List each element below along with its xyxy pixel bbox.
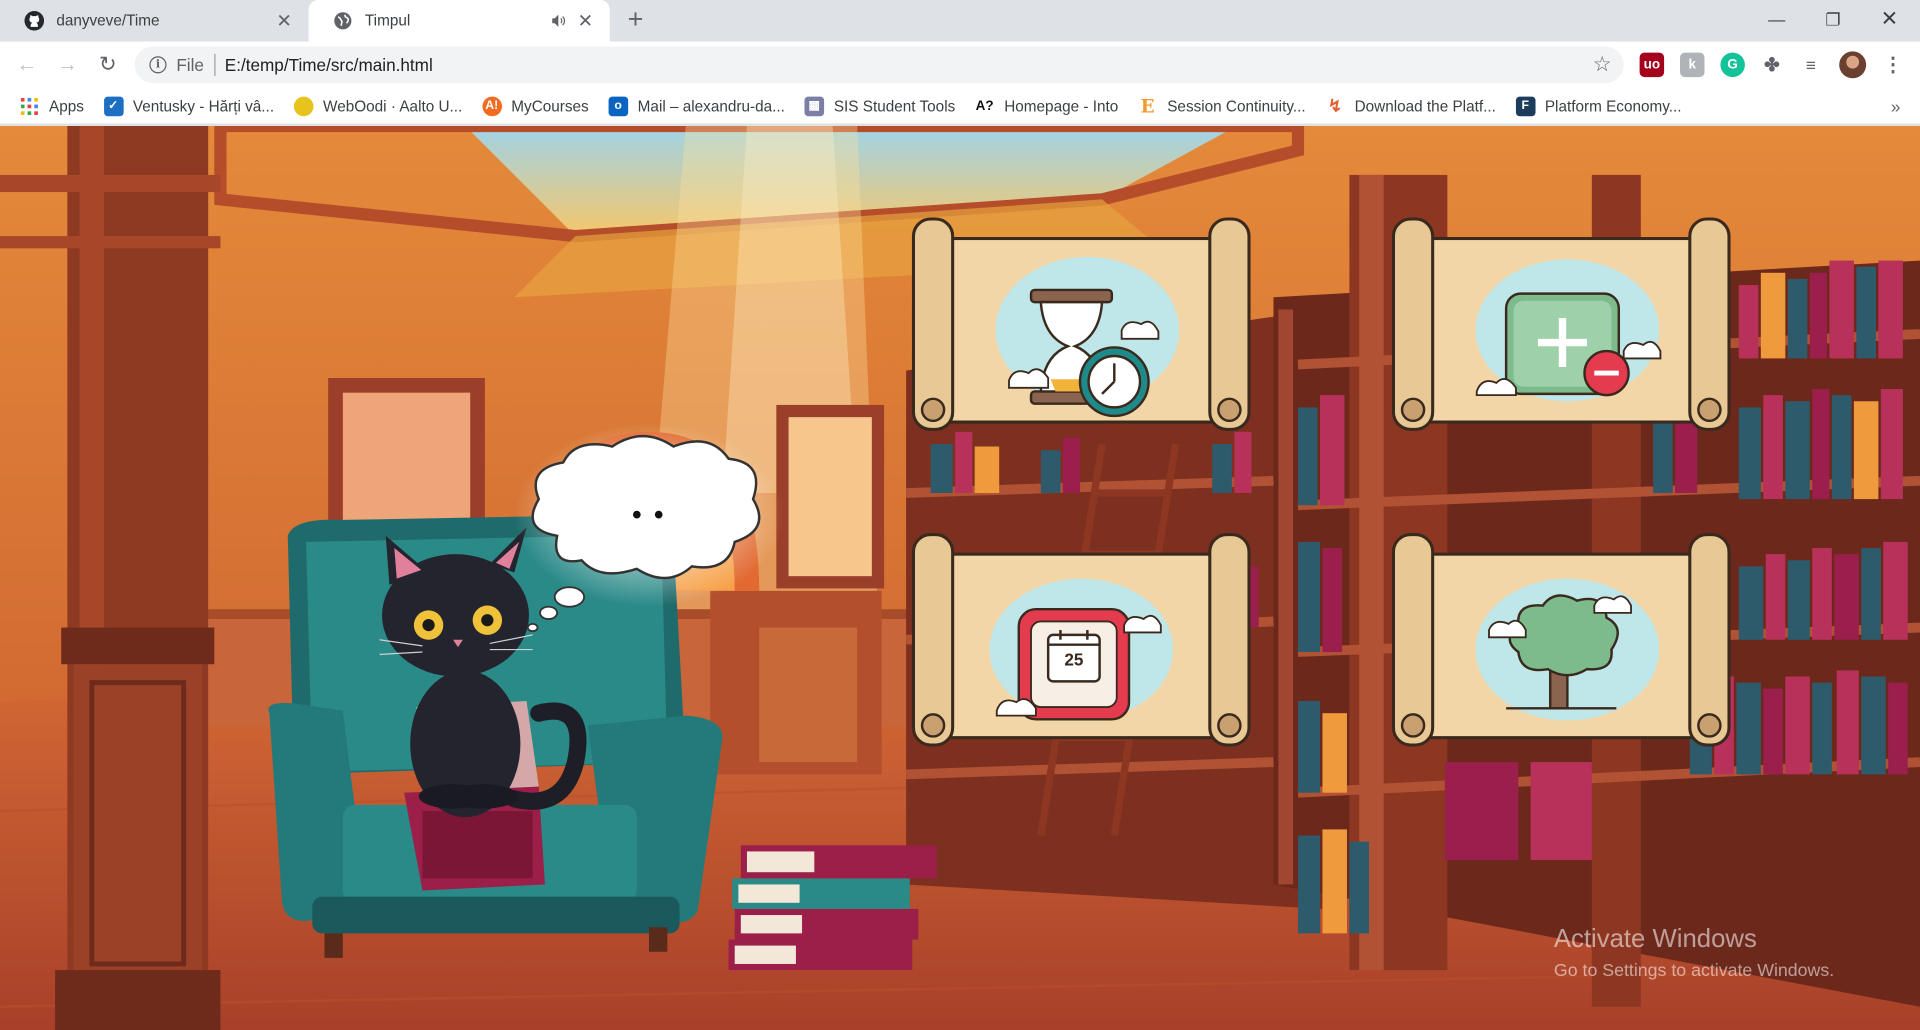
sis-icon: ▦ — [804, 96, 825, 116]
bookmark-weboodi[interactable]: WebOodi · Aalto U... — [293, 96, 463, 116]
tab-title: Timpul — [364, 12, 411, 30]
tab-strip: danyveve/Time ✕ Timpul ✕ + — ❐ ✕ — [0, 0, 1920, 42]
book-stack — [728, 845, 937, 971]
divider — [213, 53, 215, 76]
into-icon: A? — [975, 98, 994, 114]
apps-grid-icon — [20, 96, 40, 116]
bookmarks-bar: Apps ✓ Ventusky - Hărți vâ... WebOodi · A… — [0, 88, 1920, 125]
windows-activation-watermark: Activate Windows Go to Settings to activ… — [1554, 925, 1834, 981]
bookmark-label: Mail – alexandru-da... — [637, 97, 785, 115]
avatar[interactable] — [1839, 51, 1867, 79]
tab-timpul[interactable]: Timpul ✕ — [308, 0, 610, 42]
bookmark-label: SIS Student Tools — [833, 97, 956, 115]
bookmark-mycourses[interactable]: A! MyCourses — [481, 96, 589, 116]
close-tab-icon[interactable]: ✕ — [576, 11, 596, 32]
media-icon[interactable]: ≡ — [1799, 53, 1823, 77]
info-icon[interactable]: i — [149, 56, 167, 74]
weboodi-icon — [293, 96, 314, 116]
bookmark-ventusky[interactable]: ✓ Ventusky - Hărți vâ... — [103, 96, 274, 116]
bookmark-mail[interactable]: o Mail – alexandru-da... — [608, 96, 785, 116]
toolbar: ← → ↻ i File E:/temp/Time/src/main.html … — [0, 41, 1920, 89]
new-tab-button[interactable]: + — [622, 6, 649, 34]
e-icon: E — [1140, 94, 1155, 117]
restore-icon[interactable]: ❐ — [1805, 0, 1861, 39]
bookmark-label: WebOodi · Aalto U... — [323, 97, 463, 115]
outlook-icon: o — [608, 96, 628, 116]
bookmark-sis[interactable]: ▦ SIS Student Tools — [804, 96, 955, 116]
page-content: • • 25 Activate Windows Go to Settings t… — [0, 125, 1920, 1030]
mycourses-icon: A! — [481, 96, 502, 116]
minimize-icon[interactable]: — — [1749, 0, 1805, 39]
github-icon — [24, 11, 45, 31]
grammarly-icon[interactable]: G — [1720, 52, 1745, 78]
speaker-icon[interactable] — [549, 11, 569, 31]
puzzle-icon[interactable]: ✤ — [1760, 53, 1784, 77]
back-icon[interactable]: ← — [11, 49, 43, 81]
url-text[interactable]: E:/temp/Time/src/main.html — [225, 55, 433, 75]
bookmark-session[interactable]: E Session Continuity... — [1138, 94, 1306, 117]
bookmark-apps[interactable]: Apps — [20, 96, 84, 116]
close-tab-icon[interactable]: ✕ — [274, 11, 294, 32]
ventusky-icon: ✓ — [103, 96, 124, 116]
watermark-title: Activate Windows — [1553, 924, 1757, 953]
bookmark-label: Ventusky - Hărți vâ... — [132, 97, 275, 115]
bookmark-platform[interactable]: F Platform Economy... — [1515, 96, 1682, 116]
reload-icon[interactable]: ↻ — [92, 49, 124, 81]
tab-title: danyveve/Time — [56, 12, 160, 30]
globe-icon — [333, 11, 353, 31]
thought-text: • • — [632, 499, 666, 530]
watermark-subtitle: Go to Settings to activate Windows. — [1553, 961, 1835, 982]
menu-icon[interactable]: ⋮ — [1881, 53, 1905, 77]
address-bar[interactable]: i File E:/temp/Time/src/main.html ☆ — [134, 46, 1624, 84]
url-scheme: File — [176, 55, 204, 75]
ublock-icon[interactable]: uo — [1639, 52, 1665, 78]
bookmark-label: MyCourses — [511, 97, 589, 115]
bookmark-star-icon[interactable]: ☆ — [1593, 53, 1612, 77]
bookmark-download[interactable]: ↯ Download the Platf... — [1325, 95, 1496, 116]
f-icon: F — [1515, 96, 1536, 116]
bookmark-label: Session Continuity... — [1167, 97, 1306, 115]
chevron-right-icon[interactable]: » — [1891, 96, 1901, 116]
bookmark-label: Apps — [48, 97, 84, 115]
download-icon: ↯ — [1327, 95, 1343, 115]
calendar-day: 25 — [1064, 649, 1084, 670]
bookmark-label: Download the Platf... — [1354, 97, 1496, 115]
bookmark-label: Platform Economy... — [1544, 97, 1682, 115]
close-window-icon[interactable]: ✕ — [1861, 0, 1917, 39]
browser-window: danyveve/Time ✕ Timpul ✕ + — ❐ ✕ ← → ↻ i… — [0, 0, 1920, 1030]
tab-github[interactable]: danyveve/Time ✕ — [0, 0, 309, 42]
bookmark-into[interactable]: A? Homepage - Into — [975, 96, 1119, 116]
forward-icon[interactable]: → — [51, 49, 83, 81]
extension-gray-icon[interactable]: k — [1680, 52, 1705, 78]
bookmark-label: Homepage - Into — [1004, 97, 1119, 115]
